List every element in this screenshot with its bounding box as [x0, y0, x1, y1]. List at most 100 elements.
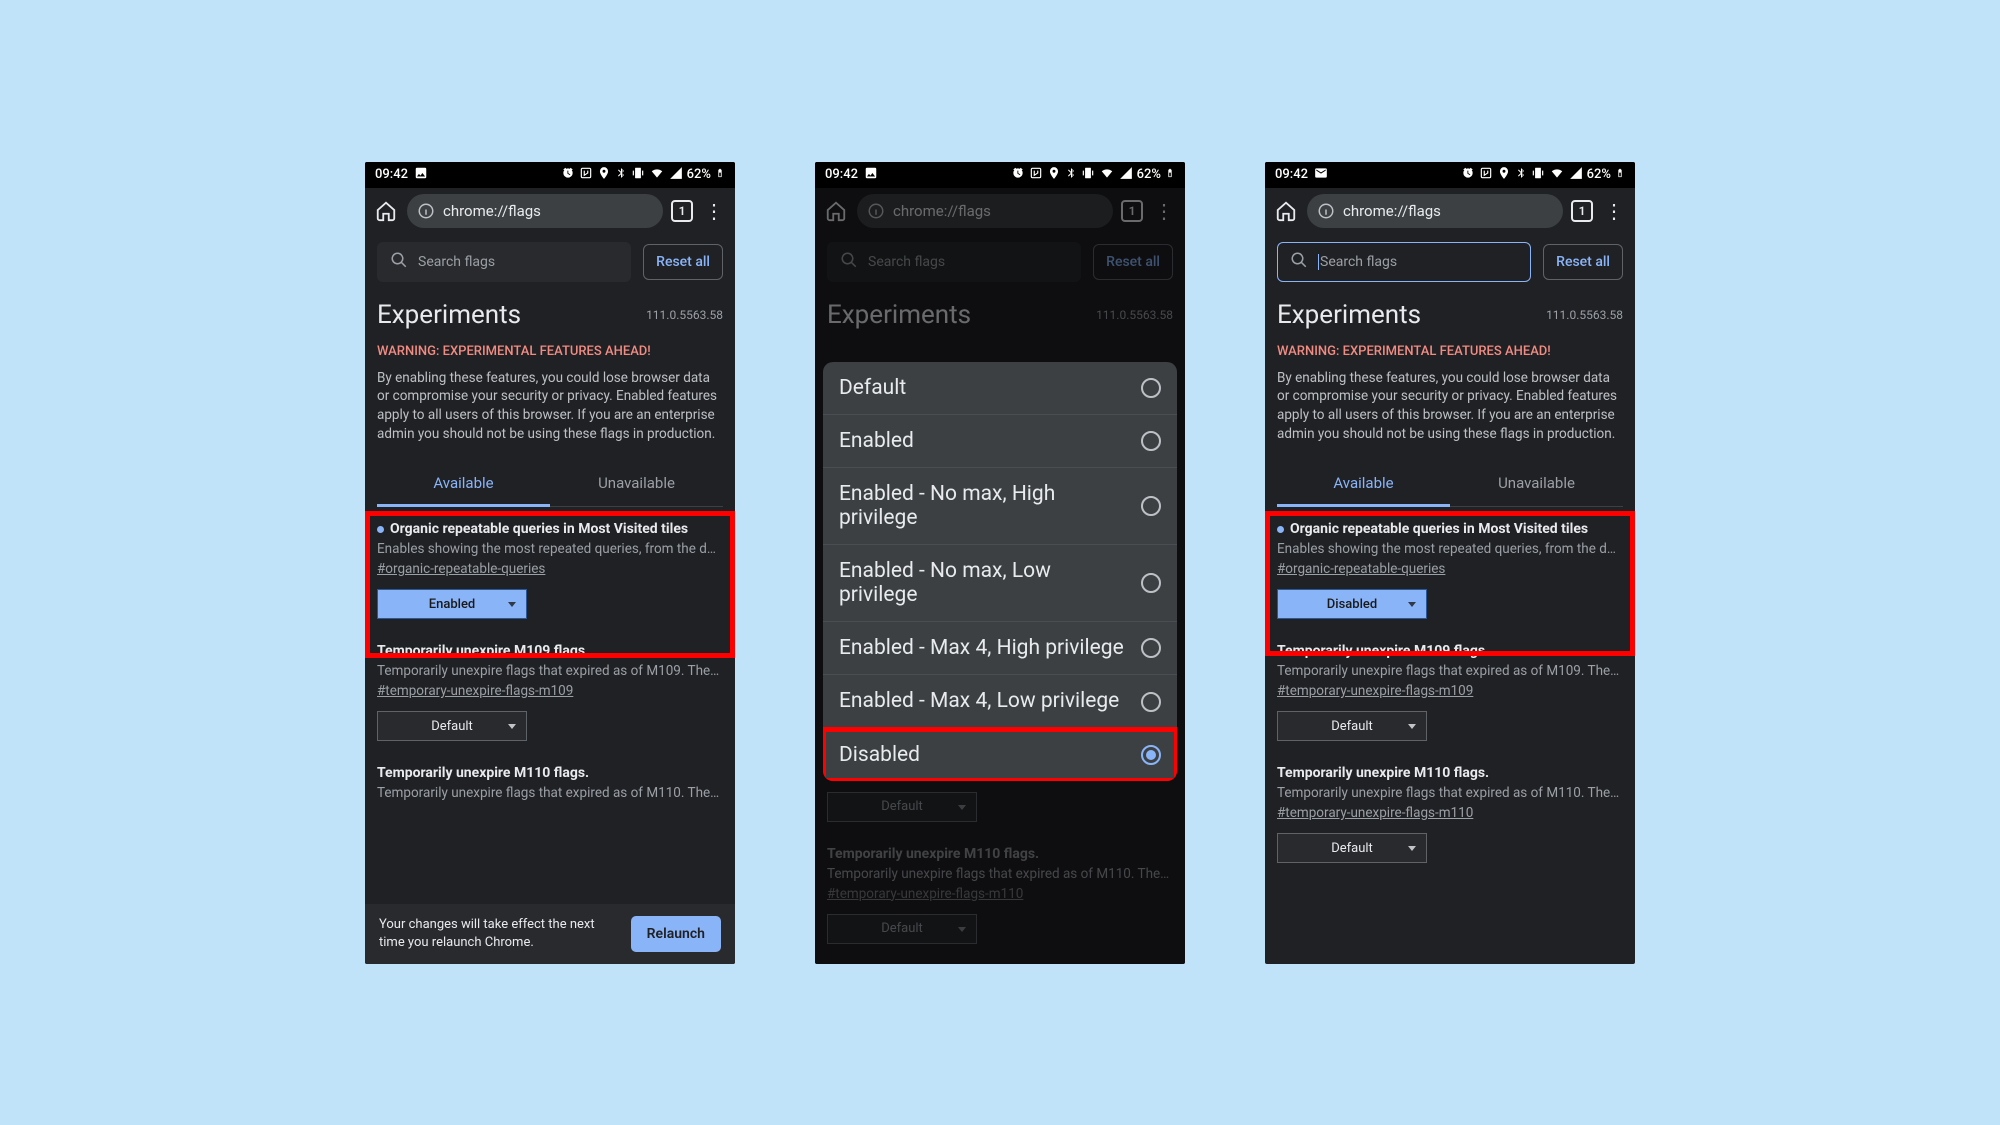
url-text: chrome://flags — [443, 202, 541, 220]
flag-desc: Temporarily unexpire flags that expired … — [1277, 785, 1623, 801]
status-bar: 09:42 62% — [365, 162, 735, 188]
battery-icon — [1615, 166, 1625, 184]
flag-desc: Enables showing the most repeated querie… — [1277, 541, 1623, 557]
options-sheet: Default Enabled Enabled - No max, High p… — [823, 362, 1177, 781]
option-disabled[interactable]: Disabled — [823, 729, 1177, 781]
alarm-icon — [1011, 166, 1025, 184]
page-title: Experiments — [1277, 300, 1421, 330]
battery-percent: 62% — [1587, 167, 1611, 182]
flag-item-organic: Organic repeatable queries in Most Visit… — [1277, 507, 1623, 629]
flag-dropdown-m109[interactable]: Default — [1277, 711, 1427, 741]
site-info-icon[interactable] — [1317, 202, 1335, 220]
flag-item-m109: Temporarily unexpire M109 flags. Tempora… — [377, 629, 723, 751]
flag-hash-link[interactable]: #organic-repeatable-queries — [377, 561, 545, 577]
wifi-icon — [1549, 166, 1565, 184]
search-input[interactable]: Search flags — [377, 242, 631, 282]
radio-icon — [1141, 573, 1161, 593]
warning-text: By enabling these features, you could lo… — [377, 369, 723, 445]
url-bar[interactable]: chrome://flags — [407, 194, 663, 228]
bluetooth-icon — [1515, 166, 1527, 184]
option-enabled[interactable]: Enabled — [823, 415, 1177, 468]
search-input[interactable]: Search flags — [1277, 242, 1531, 282]
flag-item-m110: Temporarily unexpire M110 flags. Tempora… — [377, 751, 723, 811]
flag-hash-link[interactable]: #temporary-unexpire-flags-m109 — [377, 683, 573, 699]
relaunch-button[interactable]: Relaunch — [631, 916, 721, 952]
radio-icon — [1141, 692, 1161, 712]
reset-all-button[interactable]: Reset all — [643, 244, 723, 280]
overflow-menu-button[interactable]: ⋮ — [1601, 198, 1627, 224]
flag-item-m110: Temporarily unexpire M110 flags. Tempora… — [1277, 751, 1623, 873]
phone-screenshot-1: 09:42 62% chrome://flags 1 ⋮ — [365, 162, 735, 964]
page-title: Experiments — [377, 300, 521, 330]
flag-dropdown-organic[interactable]: Enabled — [377, 589, 527, 619]
url-text: chrome://flags — [1343, 202, 1441, 220]
option-enabled-nomax-high[interactable]: Enabled - No max, High privilege — [823, 468, 1177, 545]
vibrate-icon — [1081, 166, 1095, 184]
status-time: 09:42 — [375, 167, 408, 182]
nfc-icon — [1479, 166, 1493, 184]
home-button[interactable] — [373, 198, 399, 224]
tab-available[interactable]: Available — [1277, 462, 1450, 507]
site-info-icon[interactable] — [417, 202, 435, 220]
battery-icon — [1165, 166, 1175, 184]
status-bar: 09:42 62% — [1265, 162, 1635, 188]
radio-icon — [1141, 638, 1161, 658]
nfc-icon — [579, 166, 593, 184]
status-time: 09:42 — [825, 167, 858, 182]
radio-icon — [1141, 431, 1161, 451]
location-icon — [597, 166, 611, 184]
option-enabled-nomax-low[interactable]: Enabled - No max, Low privilege — [823, 545, 1177, 622]
browser-toolbar: chrome://flags 1 ⋮ — [365, 188, 735, 234]
signal-icon — [669, 166, 683, 184]
option-enabled-max4-low[interactable]: Enabled - Max 4, Low privilege — [823, 675, 1177, 728]
tabs-button[interactable]: 1 — [1571, 200, 1593, 222]
flag-desc: Temporarily unexpire flags that expired … — [1277, 663, 1623, 679]
flag-item-m109: Temporarily unexpire M109 flags. Tempora… — [1277, 629, 1623, 751]
tab-bar: Available Unavailable — [377, 462, 723, 507]
tabs-button[interactable]: 1 — [671, 200, 693, 222]
nfc-icon — [1029, 166, 1043, 184]
flag-dropdown-organic[interactable]: Disabled — [1277, 589, 1427, 619]
flag-dropdown-m110[interactable]: Default — [1277, 833, 1427, 863]
status-time: 09:42 — [1275, 167, 1308, 182]
overflow-menu-button[interactable]: ⋮ — [701, 198, 727, 224]
bluetooth-icon — [615, 166, 627, 184]
warning-text: By enabling these features, you could lo… — [1277, 369, 1623, 445]
browser-toolbar: chrome://flags 1 ⋮ — [1265, 188, 1635, 234]
option-default[interactable]: Default — [823, 362, 1177, 415]
url-bar[interactable]: chrome://flags — [1307, 194, 1563, 228]
version-text: 111.0.5563.58 — [1546, 308, 1623, 322]
flag-desc: Temporarily unexpire flags that expired … — [377, 785, 723, 801]
flag-hash-link[interactable]: #organic-repeatable-queries — [1277, 561, 1445, 577]
search-placeholder: Search flags — [418, 254, 495, 270]
reset-all-button[interactable]: Reset all — [1543, 244, 1623, 280]
battery-percent: 62% — [687, 167, 711, 182]
flag-hash-link[interactable]: #temporary-unexpire-flags-m109 — [1277, 683, 1473, 699]
modified-dot-icon — [377, 526, 384, 533]
alarm-icon — [1461, 166, 1475, 184]
battery-percent: 62% — [1137, 167, 1161, 182]
tab-unavailable[interactable]: Unavailable — [550, 462, 723, 506]
wifi-icon — [649, 166, 665, 184]
search-icon — [1290, 251, 1308, 273]
phone-screenshot-2: 09:42 62% chrome://flags 1 ⋮ Search flag… — [815, 162, 1185, 964]
option-enabled-max4-high[interactable]: Enabled - Max 4, High privilege — [823, 622, 1177, 675]
modified-dot-icon — [1277, 526, 1284, 533]
vibrate-icon — [1531, 166, 1545, 184]
flag-dropdown-m109[interactable]: Default — [377, 711, 527, 741]
tab-bar: Available Unavailable — [1277, 462, 1623, 507]
flag-hash-link[interactable]: #temporary-unexpire-flags-m110 — [1277, 805, 1473, 821]
alarm-icon — [561, 166, 575, 184]
relaunch-bar: Your changes will take effect the next t… — [365, 904, 735, 964]
image-icon — [414, 166, 428, 184]
search-placeholder: Search flags — [1318, 254, 1397, 270]
bluetooth-icon — [1065, 166, 1077, 184]
radio-icon — [1141, 378, 1161, 398]
location-icon — [1047, 166, 1061, 184]
tab-available[interactable]: Available — [377, 462, 550, 507]
flag-desc: Temporarily unexpire flags that expired … — [377, 663, 723, 679]
phone-screenshot-3: 09:42 62% chrome://flags 1 ⋮ Search flag… — [1265, 162, 1635, 964]
image-icon — [864, 166, 878, 184]
home-button[interactable] — [1273, 198, 1299, 224]
tab-unavailable[interactable]: Unavailable — [1450, 462, 1623, 506]
